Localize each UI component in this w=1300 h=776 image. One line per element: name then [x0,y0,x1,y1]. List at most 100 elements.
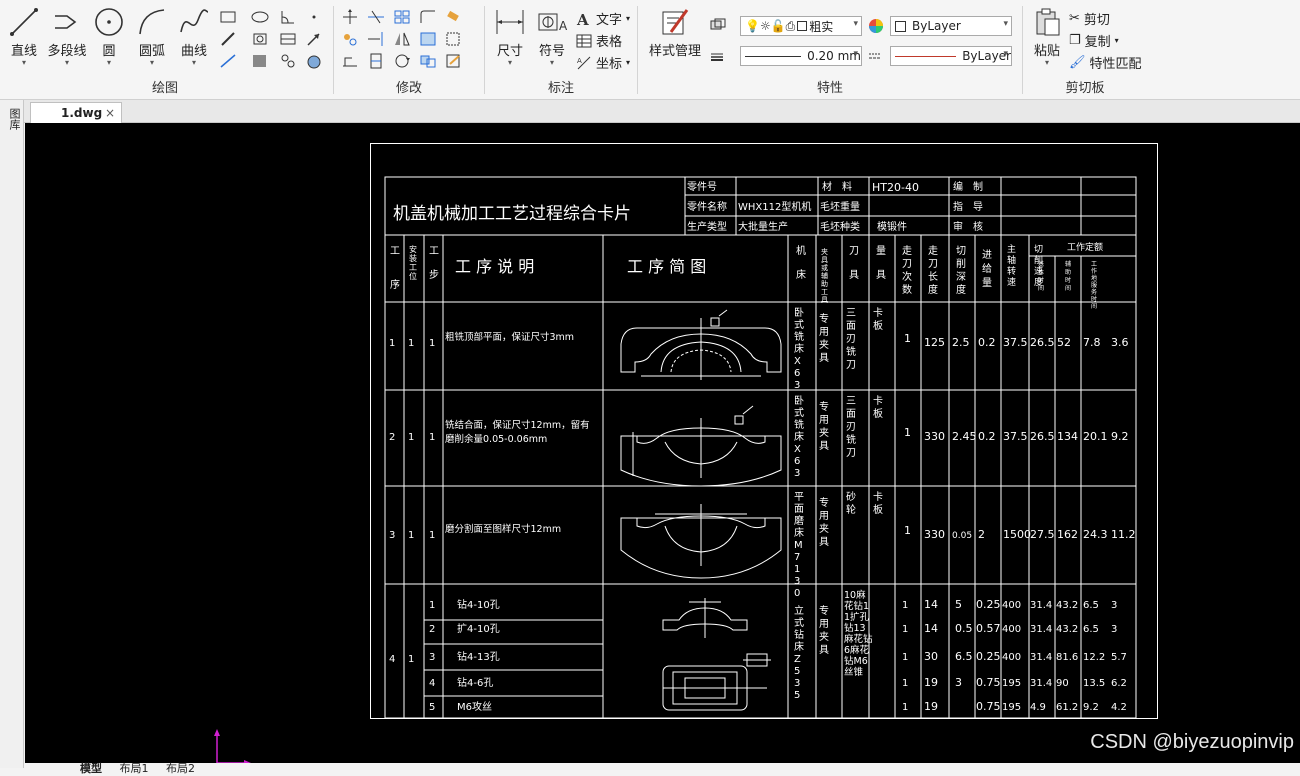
mirror-icon[interactable] [392,30,412,48]
copy-obj-icon[interactable] [340,30,360,48]
symbol-dropdown-icon[interactable]: ▾ [534,59,570,67]
svg-text:板: 板 [873,407,883,420]
array-icon[interactable] [392,8,412,26]
coordinate-button[interactable]: A 坐标 ▾ [576,53,630,72]
fillet-icon[interactable] [418,8,438,26]
lineweight-combo[interactable]: 0.20 mm ▾ [740,46,862,66]
stretch-icon[interactable] [340,52,360,70]
layout2-tab[interactable]: 布局2 [166,762,195,775]
edit-icon[interactable] [444,52,464,70]
linetype-icon[interactable] [866,48,886,66]
curve-dropdown-icon[interactable]: ▾ [176,59,212,67]
layer-state-icon[interactable] [708,16,728,34]
svg-text:务: 务 [1091,288,1097,296]
angle-tool-icon[interactable] [278,8,298,26]
color-combo[interactable]: ByLayer ▾ [890,16,1012,36]
service-time-cell: 11.2 [1111,528,1136,541]
style-manager-button[interactable]: 样式管理 [644,6,706,59]
fixture-column-header: 夹具或辅助工具 [821,247,828,304]
polyline-button[interactable]: 多段线 ▾ [46,6,88,67]
svg-text:X: X [794,444,801,455]
passes-cell: 1 [904,524,911,537]
point-tool-icon[interactable] [304,8,324,26]
feed-cell: 0.25 [976,650,1001,663]
rotate-icon[interactable] [392,52,412,70]
install-cell: 1 [408,432,414,443]
region-tool-icon[interactable] [250,30,270,48]
arc-dropdown-icon[interactable]: ▾ [132,59,172,67]
dimension-button[interactable]: 尺寸 ▾ [492,6,528,67]
table-tool-icon[interactable] [278,30,298,48]
pen-tool-icon[interactable] [218,30,238,48]
svg-text:走: 走 [928,245,938,257]
coordinate-icon: A [577,56,591,69]
ray-tool-icon[interactable] [218,52,238,70]
step-cell: 1 [429,530,435,541]
svg-text:位: 位 [409,271,417,281]
text-icon: A [576,11,589,27]
passes-cell: 1 [902,678,908,689]
match-properties-label: 特性匹配 [1089,57,1142,72]
document-tab[interactable]: 1.dwg × [30,102,122,123]
symbol-button[interactable]: A 符号 ▾ [534,6,570,67]
copy-button[interactable]: ❐ 复制 ▾ [1069,31,1119,50]
svg-text:刀: 刀 [849,246,859,257]
properties-panel-title: 特性 [816,81,843,96]
gauge-cell: 卡板 [873,394,883,420]
speed-cell: 1500 [1003,528,1031,541]
match-properties-button[interactable]: 🖌 特性匹配 [1069,53,1142,72]
svg-text:刃: 刃 [846,334,856,345]
close-tab-icon[interactable]: × [105,106,115,120]
cut-button[interactable]: ✂ 剪切 [1069,9,1110,28]
passes-column-header: 走刀次数 [902,245,912,296]
lightbulb-icon: 💡 [745,19,760,33]
trim-icon[interactable] [366,8,386,26]
explode-icon[interactable] [418,52,438,70]
curve-button[interactable]: 曲线 ▾ [176,6,212,67]
op-cell: 3 [389,530,395,541]
circle-dropdown-icon[interactable]: ▾ [92,59,126,67]
fixture-cell: 专用夹具 [819,400,829,452]
line-dropdown-icon[interactable]: ▾ [6,59,42,67]
layout1-tab[interactable]: 布局1 [120,762,149,775]
linetype-combo[interactable]: ByLayer ▾ [890,46,1012,66]
svg-text:助: 助 [1065,268,1071,276]
block-tool-icon[interactable] [278,52,298,70]
layer-combo[interactable]: 💡 ☼ 🔓 ⎙ 粗实 ▾ [740,16,862,36]
rectangle-tool-icon[interactable] [218,8,238,26]
line-button[interactable]: 直线 ▾ [6,6,42,67]
polyline-dropdown-icon[interactable]: ▾ [46,59,88,67]
paste-dropdown-icon[interactable]: ▾ [1029,59,1065,67]
arc-button[interactable]: 圆弧 ▾ [132,6,172,67]
svg-text:助: 助 [821,279,828,288]
quota-column-header: 工作定额 [1067,241,1103,253]
extend-icon[interactable] [366,30,386,48]
paste-button[interactable]: 粘贴 ▾ [1029,6,1065,67]
break-icon[interactable] [366,52,386,70]
erase-icon[interactable] [444,8,464,26]
arrow-tool-icon[interactable] [304,30,324,48]
ellipse-tool-icon[interactable] [250,8,270,26]
install-cell: 1 [408,530,414,541]
insert-tool-icon[interactable] [304,52,324,70]
lineweight-icon[interactable] [708,48,728,66]
scale-icon[interactable] [444,30,464,48]
model-tab[interactable]: 模型 [80,762,102,775]
svg-text:床: 床 [794,342,804,355]
drawing-canvas[interactable]: 机盖机械加工工艺过程综合卡片 零件号 材 料 HT20-40 编 制 零件名称 … [25,123,1300,763]
svg-text:平: 平 [794,492,804,503]
circle-button[interactable]: 圆 ▾ [92,6,126,67]
text-button[interactable]: A 文字 ▾ [576,9,630,29]
color-wheel-icon[interactable] [866,17,886,35]
svg-text:6: 6 [794,368,800,379]
move-icon[interactable] [340,8,360,26]
prod-type-value: 大批量生产 [738,220,788,233]
svg-text:具: 具 [819,536,829,548]
dimension-dropdown-icon[interactable]: ▾ [492,59,528,67]
hatch-tool-icon[interactable] [250,52,270,70]
library-button[interactable]: 图库 [4,108,21,130]
svg-text:具: 具 [821,256,828,264]
table-button[interactable]: 表格 [576,31,622,50]
offset-icon[interactable] [418,30,438,48]
tool-column-header: 刀具 [849,246,859,281]
